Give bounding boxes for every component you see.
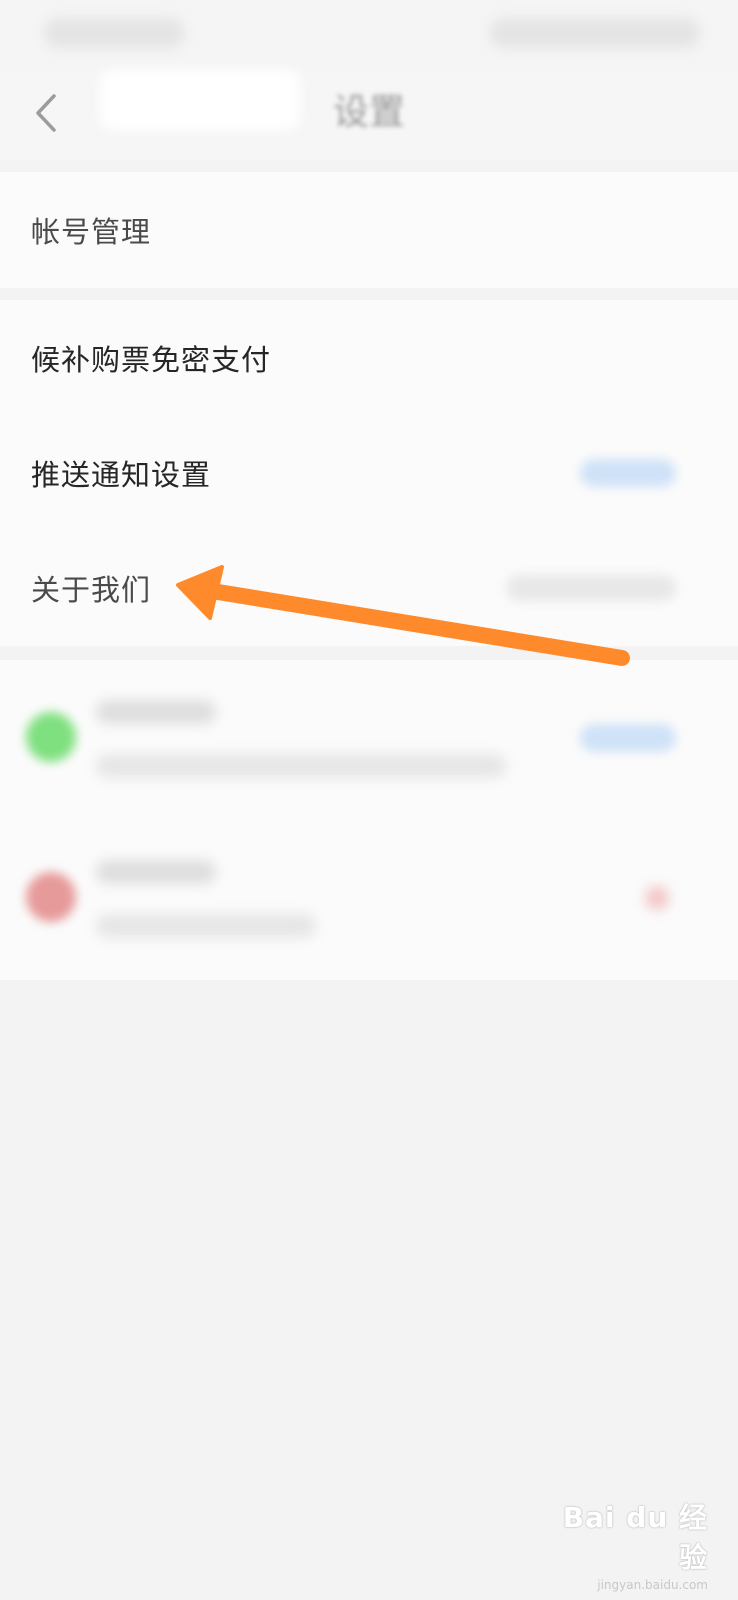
page-title: 设置 [332, 92, 405, 133]
row-label: 关于我们 [31, 573, 152, 607]
status-badge [580, 459, 676, 487]
blurred-title [96, 860, 216, 884]
status-time-blur [44, 18, 184, 48]
blurred-subtitle [96, 914, 316, 938]
red-icon [26, 872, 76, 922]
list-item [0, 820, 738, 980]
row-label: 帐号管理 [31, 215, 152, 249]
settings-row-waitlist-payment[interactable]: 候补购票免密支付 [0, 300, 738, 416]
settings-row-account-management[interactable]: 帐号管理 [0, 172, 738, 288]
status-bar [0, 0, 738, 70]
red-dot-icon [645, 886, 669, 910]
wechat-icon [26, 712, 76, 762]
row-label: 候补购票免密支付 [31, 343, 272, 377]
watermark: Bai du 经验 jingyan.baidu.com [558, 1496, 708, 1592]
watermark-logo: Bai du 经验 [562, 1501, 708, 1574]
settings-row-push-notifications[interactable]: 推送通知设置 [0, 416, 738, 530]
settings-group-account: 帐号管理 [0, 172, 738, 288]
row-label: 推送通知设置 [31, 458, 212, 492]
status-badge [580, 724, 676, 752]
blurred-subtitle [96, 754, 506, 778]
status-icons-blur [490, 18, 700, 48]
watermark-url: jingyan.baidu.com [597, 1578, 708, 1592]
arrow-annotation-icon [176, 565, 630, 666]
nav-bar: 设置 [0, 70, 738, 160]
blurred-title [96, 700, 216, 724]
blurred-section [0, 660, 738, 980]
